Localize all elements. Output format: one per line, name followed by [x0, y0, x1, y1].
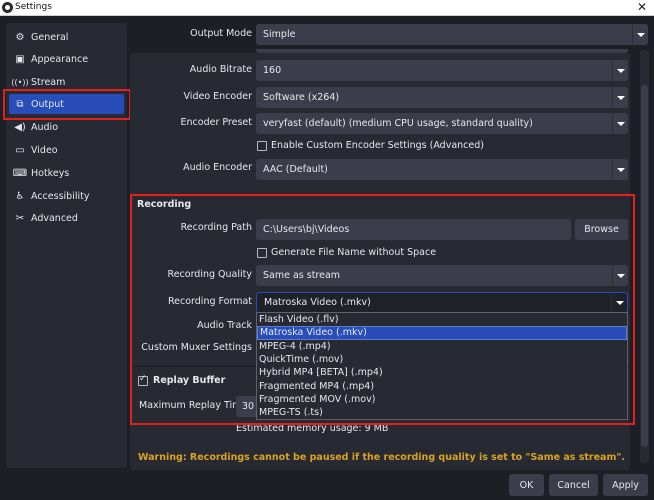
- chevron-down-icon: [612, 159, 628, 180]
- encoder-preset-label: Encoder Preset: [180, 117, 252, 128]
- sidebar-item-output[interactable]: ⧉ Output: [9, 94, 124, 114]
- max-replay-time-label: Maximum Replay Time: [139, 400, 248, 411]
- scrollbar-thumb[interactable]: [641, 85, 648, 447]
- chevron-down-icon: [612, 113, 628, 134]
- apply-button[interactable]: Apply: [603, 474, 648, 496]
- no-space-label: Generate File Name without Space: [271, 247, 437, 258]
- audio-encoder-value: AAC (Default): [263, 164, 328, 175]
- obs-logo-icon: [2, 2, 13, 13]
- tools-icon: ✂: [15, 212, 25, 224]
- warning-text: Warning: Recordings cannot be paused if …: [138, 452, 625, 463]
- ok-button[interactable]: OK: [509, 474, 544, 496]
- partial-hidden-row: [256, 49, 628, 53]
- keyboard-icon: ⌨: [12, 167, 28, 179]
- sidebar-item-label: Output: [31, 98, 64, 110]
- dropdown-option-selected[interactable]: Matroska Video (.mkv): [257, 326, 627, 340]
- monitor-icon: ▭: [15, 144, 25, 156]
- dropdown-option[interactable]: Fragmented MP4 (.mp4): [257, 379, 627, 392]
- recording-format-dropdown[interactable]: Flash Video (.flv) Matroska Video (.mkv)…: [256, 312, 628, 420]
- sidebar-item-label: Advanced: [31, 212, 78, 224]
- recording-path-value: C:\Users\bj\Videos: [263, 224, 350, 235]
- antenna-icon: ((•)): [11, 77, 29, 87]
- output-mode-value: Simple: [263, 29, 296, 40]
- dropdown-option[interactable]: Hybrid MP4 [BETA] (.mp4): [257, 366, 627, 379]
- audio-bitrate-select[interactable]: 160: [256, 60, 628, 81]
- encoder-preset-select[interactable]: veryfast (default) (medium CPU usage, st…: [256, 113, 628, 134]
- max-replay-time-value: 30: [242, 401, 255, 412]
- sidebar-item-advanced[interactable]: ✂ Advanced: [9, 208, 124, 228]
- audio-track-label: Audio Track: [197, 320, 252, 331]
- dropdown-option[interactable]: Flash Video (.flv): [257, 313, 627, 326]
- dropdown-option[interactable]: MPEG-TS (.ts): [257, 406, 627, 419]
- chevron-down-icon: [611, 293, 627, 312]
- title-bar: Settings ✕: [0, 0, 654, 16]
- recording-section-title: Recording: [137, 199, 192, 210]
- recording-format-value: Matroska Video (.mkv): [264, 297, 371, 308]
- recording-quality-select[interactable]: Same as stream: [256, 265, 628, 286]
- recording-path-label: Recording Path: [180, 222, 252, 233]
- recording-format-select[interactable]: Matroska Video (.mkv): [256, 292, 628, 313]
- chevron-down-icon: [632, 24, 648, 45]
- sidebar-item-label: Audio: [31, 121, 59, 133]
- sidebar-item-stream[interactable]: ((•)) Stream: [9, 72, 124, 92]
- chevron-down-icon: [612, 265, 628, 286]
- recording-quality-label: Recording Quality: [167, 269, 252, 280]
- memory-usage-text: Estimated memory usage: 9 MB: [236, 423, 389, 434]
- sidebar-item-label: Hotkeys: [31, 167, 70, 179]
- speaker-icon: ◀): [14, 121, 26, 133]
- output-icon: ⧉: [16, 98, 24, 110]
- dropdown-option[interactable]: Fragmented MOV (.mov): [257, 393, 627, 406]
- audio-bitrate-value: 160: [263, 65, 282, 76]
- custom-muxer-label: Custom Muxer Settings: [141, 342, 252, 353]
- video-encoder-label: Video Encoder: [183, 91, 252, 102]
- output-mode-label: Output Mode: [190, 28, 252, 39]
- output-mode-select[interactable]: Simple: [256, 24, 648, 45]
- recording-quality-value: Same as stream: [263, 270, 341, 281]
- sidebar-item-hotkeys[interactable]: ⌨ Hotkeys: [9, 163, 124, 183]
- video-encoder-select[interactable]: Software (x264): [256, 87, 628, 108]
- sidebar-item-audio[interactable]: ◀) Audio: [9, 117, 124, 137]
- cancel-button[interactable]: Cancel: [549, 474, 598, 496]
- encoder-preset-value: veryfast (default) (medium CPU usage, st…: [263, 118, 533, 129]
- gear-icon: ⚙: [15, 31, 25, 43]
- replay-buffer-checkbox[interactable]: [138, 374, 148, 386]
- custom-encoder-label: Enable Custom Encoder Settings (Advanced…: [271, 140, 484, 151]
- chevron-down-icon: [612, 60, 628, 81]
- browse-button[interactable]: Browse: [575, 219, 628, 240]
- custom-encoder-checkbox[interactable]: [257, 141, 267, 151]
- sidebar-item-accessibility[interactable]: ♿ Accessibility: [9, 186, 124, 206]
- appearance-icon: ▣: [15, 53, 25, 65]
- sidebar-item-label: Appearance: [31, 53, 89, 65]
- close-icon[interactable]: ✕: [637, 0, 647, 14]
- accessibility-icon: ♿: [15, 190, 25, 202]
- video-encoder-value: Software (x264): [263, 92, 340, 103]
- window-title: Settings: [15, 2, 52, 12]
- sidebar-item-general[interactable]: ⚙ General: [9, 27, 124, 47]
- recording-path-input[interactable]: C:\Users\bj\Videos: [256, 219, 571, 240]
- sidebar-item-label: Accessibility: [31, 190, 90, 202]
- dropdown-option[interactable]: MPEG-4 (.mp4): [257, 340, 627, 353]
- sidebar-item-label: Video: [31, 144, 58, 156]
- sidebar-item-label: General: [31, 31, 69, 43]
- replay-buffer-label: Replay Buffer: [153, 375, 226, 386]
- sidebar-item-appearance[interactable]: ▣ Appearance: [9, 49, 124, 69]
- audio-encoder-select[interactable]: AAC (Default): [256, 159, 628, 180]
- recording-format-label: Recording Format: [167, 296, 252, 307]
- audio-bitrate-label: Audio Bitrate: [189, 64, 252, 75]
- outer-scrollbar[interactable]: [640, 50, 649, 463]
- dropdown-option[interactable]: QuickTime (.mov): [257, 353, 627, 366]
- sidebar-item-video[interactable]: ▭ Video: [9, 140, 124, 160]
- chevron-down-icon: [612, 87, 628, 108]
- sidebar-item-label: Stream: [31, 76, 66, 88]
- audio-encoder-label: Audio Encoder: [183, 162, 252, 173]
- no-space-checkbox[interactable]: [257, 248, 267, 258]
